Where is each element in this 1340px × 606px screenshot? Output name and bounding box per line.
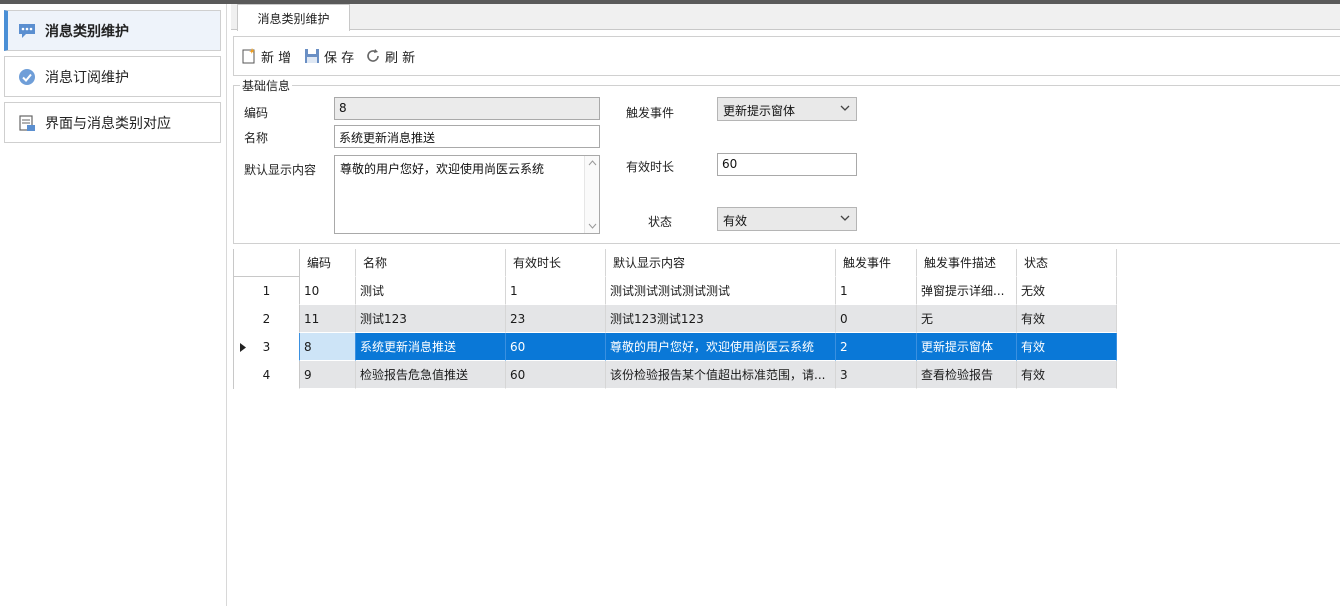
save-button[interactable]: 保 存 [304,46,354,66]
cell-event[interactable]: 2 [836,333,917,361]
cell-name[interactable]: 系统更新消息推送 [356,333,506,361]
cell-code[interactable]: 9 [300,361,356,389]
sidebar: 消息类别维护 消息订阅维护 界面与消息类别对应 [0,4,227,606]
grid-header-row: 编码 名称 有效时长 默认显示内容 触发事件 触发事件描述 状态 [234,249,1117,277]
code-label: 编码 [244,106,269,120]
cell-duration[interactable]: 1 [506,277,606,305]
cell-status[interactable]: 无效 [1017,277,1117,305]
textarea-scrollbar[interactable] [584,156,599,233]
column-header-event-desc[interactable]: 触发事件描述 [917,249,1017,277]
check-circle-icon [17,67,37,87]
current-row-indicator-icon [240,343,246,352]
column-header-content[interactable]: 默认显示内容 [606,249,836,277]
cell-event-desc[interactable]: 弹窗提示详细... [917,277,1017,305]
row-number[interactable]: 1 [234,277,300,305]
row-number[interactable]: 3 [234,333,300,361]
cell-duration[interactable]: 60 [506,361,606,389]
refresh-icon [367,49,379,62]
status-select[interactable]: 有效 [717,207,857,231]
cell-event[interactable]: 0 [836,305,917,333]
floppy-disk-icon [305,49,319,63]
content-textarea[interactable]: 尊敬的用户您好，欢迎使用尚医云系统 [334,155,600,234]
cell-event[interactable]: 3 [836,361,917,389]
row-number[interactable]: 4 [234,361,300,389]
cell-status[interactable]: 有效 [1017,333,1117,361]
sidebar-item-message-subscription[interactable]: 消息订阅维护 [4,56,221,97]
sidebar-item-label: 消息类别维护 [45,23,129,40]
name-label: 名称 [244,131,269,145]
cell-name[interactable]: 测试123 [356,305,506,333]
column-header-duration[interactable]: 有效时长 [506,249,606,277]
code-field[interactable]: 8 [334,97,600,120]
event-select[interactable]: 更新提示窗体 [717,97,857,121]
cell-content[interactable]: 尊敬的用户您好，欢迎使用尚医云系统 [606,333,836,361]
column-header-status[interactable]: 状态 [1017,249,1117,277]
grid-corner [234,249,300,277]
cell-name[interactable]: 测试 [356,277,506,305]
cell-content[interactable]: 测试123测试123 [606,305,836,333]
new-button[interactable]: 新 增 [241,46,291,66]
chevron-down-icon [840,105,850,111]
column-header-code[interactable]: 编码 [300,249,356,277]
name-field[interactable]: 系统更新消息推送 [334,125,600,148]
message-category-grid: 编码 名称 有效时长 默认显示内容 触发事件 触发事件描述 状态 1 10 测试… [233,249,1117,389]
tab-bar: 消息类别维护 [231,4,1340,31]
cell-event[interactable]: 1 [836,277,917,305]
cell-code[interactable]: 11 [300,305,356,333]
sidebar-item-label: 界面与消息类别对应 [45,115,171,132]
basic-info-title: 基础信息 [240,77,293,94]
cell-duration[interactable]: 60 [506,333,606,361]
sidebar-item-message-category[interactable]: 消息类别维护 [4,10,221,51]
chevron-down-icon [840,215,850,221]
cell-event-desc[interactable]: 更新提示窗体 [917,333,1017,361]
cell-content[interactable]: 测试测试测试测试测试 [606,277,836,305]
duration-label: 有效时长 [626,160,675,174]
cell-duration[interactable]: 23 [506,305,606,333]
cell-content[interactable]: 该份检验报告某个值超出标准范围，请... [606,361,836,389]
event-label: 触发事件 [626,106,675,120]
new-document-icon [242,48,255,64]
column-header-name[interactable]: 名称 [356,249,506,277]
scroll-down-icon [588,223,597,229]
duration-field[interactable]: 60 [717,153,857,176]
tab-message-category[interactable]: 消息类别维护 [237,4,350,31]
content-label: 默认显示内容 [244,163,317,177]
table-row-selected[interactable]: 3 8 系统更新消息推送 60 尊敬的用户您好，欢迎使用尚医云系统 2 更新提示… [234,333,1117,361]
cell-event-desc[interactable]: 查看检验报告 [917,361,1017,389]
refresh-button[interactable]: 刷 新 [365,46,415,66]
cell-name[interactable]: 检验报告危急值推送 [356,361,506,389]
status-label: 状态 [648,215,673,229]
table-row[interactable]: 4 9 检验报告危急值推送 60 该份检验报告某个值超出标准范围，请... 3 … [234,361,1117,389]
cell-event-desc[interactable]: 无 [917,305,1017,333]
sidebar-item-ui-category-mapping[interactable]: 界面与消息类别对应 [4,102,221,143]
chat-bubble-icon [17,21,37,41]
table-row[interactable]: 2 11 测试123 23 测试123测试123 0 无 有效 [234,305,1117,333]
table-row[interactable]: 1 10 测试 1 测试测试测试测试测试 1 弹窗提示详细... 无效 [234,277,1117,305]
row-number[interactable]: 2 [234,305,300,333]
content-text: 尊敬的用户您好，欢迎使用尚医云系统 [340,162,545,176]
column-header-event[interactable]: 触发事件 [836,249,917,277]
cell-code[interactable]: 10 [300,277,356,305]
cell-status[interactable]: 有效 [1017,305,1117,333]
cell-code[interactable]: 8 [300,333,356,361]
cell-status[interactable]: 有效 [1017,361,1117,389]
toolbar: 新 增 保 存 刷 新 [233,36,1340,76]
window-message-icon [17,113,37,133]
sidebar-item-label: 消息订阅维护 [45,69,129,86]
scroll-up-icon [588,160,597,166]
